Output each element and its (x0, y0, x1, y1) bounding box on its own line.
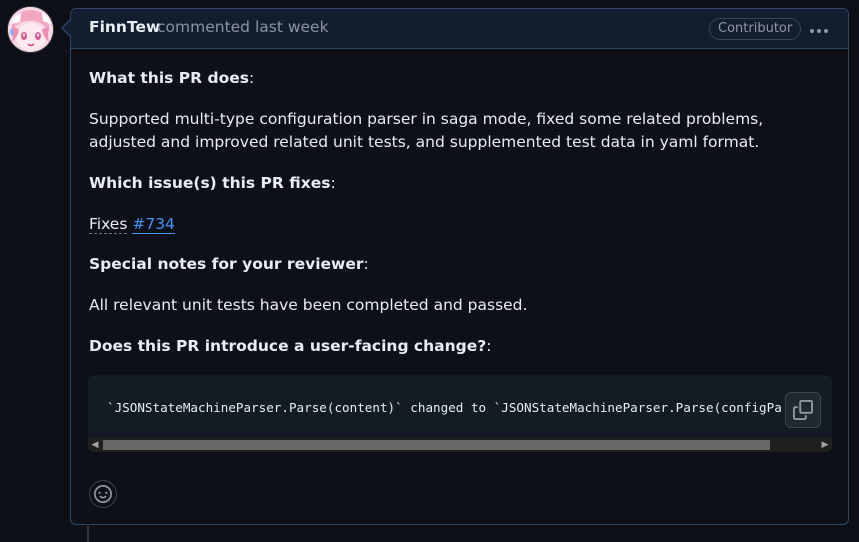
smiley-icon (94, 485, 112, 503)
comment-box: FinnTew commented last week Contributor … (70, 8, 849, 525)
section-heading-what: What this PR does: (89, 67, 254, 90)
scroll-left-arrow-icon[interactable]: ◀ (88, 438, 102, 452)
comment-meta[interactable]: commented last week (157, 18, 329, 36)
fixes-line: Fixes #734 (89, 213, 175, 236)
kebab-horizontal-icon[interactable] (805, 17, 833, 39)
heading-text: Does this PR introduce a user-facing cha… (89, 337, 487, 355)
code-block[interactable]: `JSONStateMachineParser.Parse(content)` … (88, 375, 832, 452)
heading-text: What this PR does (89, 69, 249, 87)
colon: : (248, 69, 255, 87)
fixes-label: Fixes (89, 215, 128, 234)
avatar[interactable] (8, 7, 53, 52)
contributor-badge: Contributor (709, 18, 802, 40)
timeline-line (87, 526, 89, 542)
description-paragraph: Supported multi-type configuration parse… (89, 110, 764, 151)
heading-text: Which issue(s) this PR fixes (89, 174, 331, 192)
code-text: `JSONStateMachineParser.Parse(content)` … (107, 400, 782, 415)
copy-button[interactable] (785, 392, 821, 428)
scrollbar-thumb[interactable] (103, 440, 770, 450)
colon: : (363, 255, 369, 273)
avatar-image (8, 7, 53, 52)
copy-icon (793, 400, 813, 420)
horizontal-scrollbar[interactable]: ◀ ▶ (88, 438, 832, 452)
section-heading-change: Does this PR introduce a user-facing cha… (89, 335, 491, 358)
comment-header: FinnTew commented last week Contributor (71, 9, 848, 49)
heading-text: Special notes for your reviewer (89, 255, 364, 273)
colon: : (330, 174, 336, 192)
section-heading-issues: Which issue(s) this PR fixes: (89, 172, 336, 195)
issue-link[interactable]: #734 (132, 215, 175, 234)
notes-paragraph: All relevant unit tests have been comple… (89, 296, 528, 314)
scroll-right-arrow-icon[interactable]: ▶ (818, 438, 832, 452)
colon: : (486, 337, 492, 355)
author-link[interactable]: FinnTew (89, 18, 160, 36)
section-heading-notes: Special notes for your reviewer: (89, 253, 369, 276)
comment-caret-fill (63, 20, 71, 36)
add-reaction-button[interactable] (89, 480, 117, 508)
